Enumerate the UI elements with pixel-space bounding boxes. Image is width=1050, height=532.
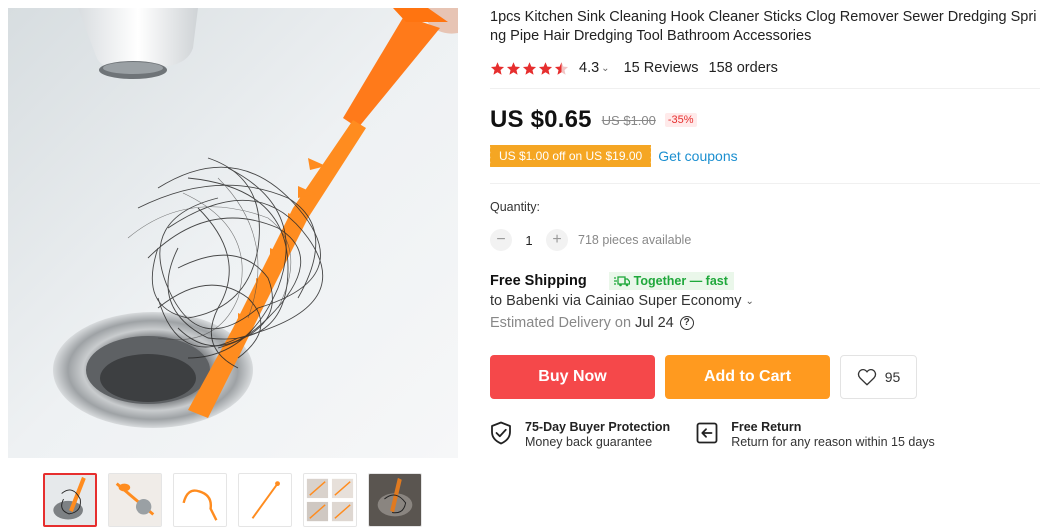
- estimated-delivery-date: Jul 24: [635, 315, 674, 331]
- shipping-row: Free Shipping Together — fast: [490, 270, 1040, 292]
- thumbnail-3[interactable]: [173, 473, 227, 527]
- rating-value: 4.3: [579, 60, 600, 76]
- free-return-title: Free Return: [731, 420, 802, 434]
- buy-now-button[interactable]: Buy Now: [490, 355, 655, 399]
- half-star-icon: [554, 61, 569, 75]
- coupon-row: US $1.00 off on US $19.00 Get coupons: [487, 145, 1040, 167]
- shipping-destination-label: to Babenki via Cainiao Super Economy: [490, 293, 742, 309]
- thumbnail-5[interactable]: [303, 473, 357, 527]
- thumbnail-1[interactable]: [43, 473, 97, 527]
- coupon-badge[interactable]: US $1.00 off on US $19.00: [487, 145, 652, 167]
- discount-badge: -35%: [664, 113, 697, 127]
- product-info: 1pcs Kitchen Sink Cleaning Hook Cleaner …: [487, 8, 1040, 450]
- heart-icon: [857, 368, 876, 386]
- wishlist-count: 95: [884, 369, 901, 385]
- rating-row: 4.3 ⌄ 15 Reviews 158 orders: [490, 58, 1040, 78]
- guarantees: 75-Day Buyer Protection Money back guara…: [490, 420, 1040, 450]
- get-coupons-link[interactable]: Get coupons: [658, 148, 737, 164]
- quantity-stepper: − 1 + 718 pieces available: [490, 227, 1040, 253]
- chevron-down-icon[interactable]: ⌄: [601, 63, 609, 74]
- available-stock: 718 pieces available: [578, 233, 692, 247]
- quantity-input[interactable]: 1: [512, 233, 546, 248]
- shipping-destination[interactable]: to Babenki via Cainiao Super Economy ⌄: [490, 293, 1040, 309]
- divider: [490, 183, 1040, 184]
- buyer-protection-subtitle: Money back guarantee: [525, 435, 653, 449]
- orders-count: 158 orders: [708, 60, 778, 76]
- thumbnail-2[interactable]: [108, 473, 162, 527]
- reviews-link[interactable]: 15 Reviews: [624, 60, 699, 76]
- buyer-protection[interactable]: 75-Day Buyer Protection Money back guara…: [490, 420, 670, 450]
- free-shipping-label: Free Shipping: [490, 273, 587, 289]
- return-arrow-icon: [696, 422, 718, 444]
- chevron-down-icon: ⌄: [745, 295, 754, 307]
- star-rating[interactable]: [490, 61, 569, 76]
- add-to-cart-button[interactable]: Add to Cart: [665, 355, 830, 399]
- current-price: US $0.65: [490, 106, 592, 133]
- estimated-delivery: Estimated Delivery on Jul 24 ?: [490, 315, 1040, 331]
- increment-button[interactable]: +: [546, 229, 568, 251]
- star-icon: [506, 61, 521, 75]
- together-fast-label: Together — fast: [633, 274, 728, 288]
- free-return-subtitle: Return for any reason within 15 days: [731, 435, 935, 449]
- thumbnail-4[interactable]: [238, 473, 292, 527]
- free-return[interactable]: Free Return Return for any reason within…: [696, 420, 935, 450]
- shield-check-icon: [491, 421, 511, 445]
- product-title: 1pcs Kitchen Sink Cleaning Hook Cleaner …: [490, 9, 1037, 44]
- star-icon: [538, 61, 553, 75]
- quantity-label: Quantity:: [490, 200, 541, 214]
- main-product-image[interactable]: [8, 8, 458, 458]
- help-icon[interactable]: ?: [679, 316, 694, 330]
- star-icon: [490, 61, 505, 75]
- price-row: US $0.65 US $1.00 -35%: [490, 103, 1040, 137]
- estimated-delivery-label: Estimated Delivery on: [490, 315, 632, 331]
- original-price: US $1.00: [601, 112, 656, 128]
- thumbnail-6[interactable]: [368, 473, 422, 527]
- truck-icon: [613, 275, 630, 287]
- divider: [490, 88, 1040, 89]
- decrement-button[interactable]: −: [490, 229, 512, 251]
- wishlist-button[interactable]: 95: [840, 355, 917, 399]
- product-gallery: [8, 8, 458, 527]
- together-fast-badge: Together — fast: [608, 272, 734, 290]
- star-icon: [522, 61, 537, 75]
- action-buttons: Buy Now Add to Cart 95: [490, 355, 1040, 399]
- thumbnail-strip: [43, 473, 422, 527]
- buyer-protection-title: 75-Day Buyer Protection: [525, 420, 671, 434]
